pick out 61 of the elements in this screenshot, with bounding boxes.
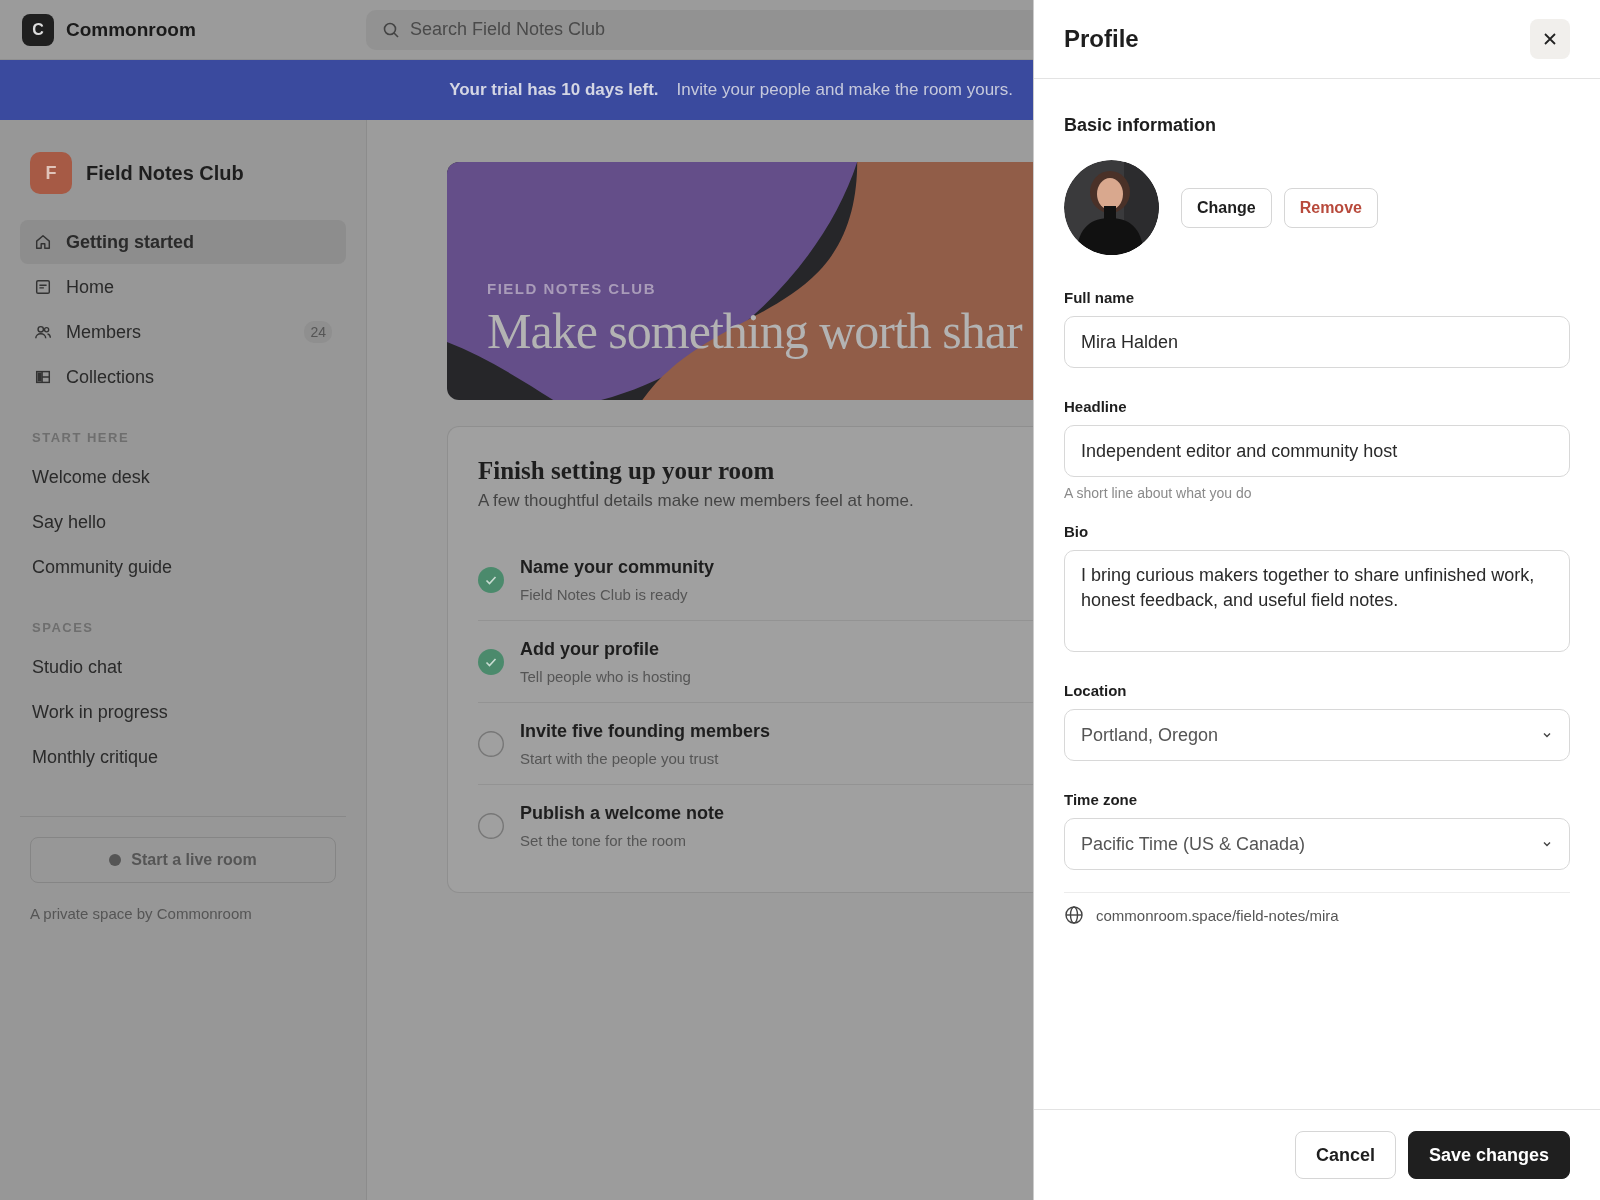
field-label: Time zone bbox=[1064, 791, 1138, 808]
step-subtitle: Start with the people you trust bbox=[520, 749, 719, 767]
cancel-button[interactable]: Cancel bbox=[1294, 1131, 1396, 1179]
app-name: Commonroom bbox=[66, 18, 197, 41]
text-field[interactable]: Independent editor and community host bbox=[1064, 425, 1570, 477]
card-title: Finish setting up your room bbox=[478, 457, 775, 485]
document-icon bbox=[34, 278, 52, 296]
check-circle-icon[interactable] bbox=[478, 648, 504, 675]
community-avatar: F bbox=[30, 152, 72, 194]
remove-photo-button[interactable]: Remove bbox=[1283, 187, 1378, 228]
step-title: Publish a welcome note bbox=[520, 802, 725, 824]
section-title: Basic information bbox=[1064, 115, 1217, 136]
community-name: Field Notes Club bbox=[86, 161, 244, 185]
count-badge: 24 bbox=[304, 321, 332, 343]
profile-url: commonroom.space/field-notes/mira bbox=[1096, 906, 1339, 924]
home-icon bbox=[34, 233, 52, 251]
search-field[interactable]: Search Field Notes Club bbox=[366, 9, 1033, 50]
live-room-button[interactable]: Start a live room bbox=[30, 837, 336, 883]
panel-title: Profile bbox=[1064, 25, 1139, 53]
sidebar-item[interactable]: Work in progress bbox=[20, 690, 346, 735]
sidebar-item[interactable]: Members 24 bbox=[20, 310, 346, 354]
search-icon bbox=[382, 20, 400, 39]
app-logo: C bbox=[22, 13, 54, 46]
step-subtitle: Field Notes Club is ready bbox=[520, 585, 688, 603]
sidebar-item[interactable]: Getting started bbox=[20, 220, 346, 264]
hero-eyebrow: FIELD NOTES CLUB bbox=[487, 280, 656, 297]
step-title: Add your profile bbox=[520, 638, 659, 660]
field-label: Headline bbox=[1064, 398, 1127, 415]
step-title: Name your community bbox=[520, 556, 715, 578]
footer-note: A private space by Commonroom bbox=[30, 905, 253, 922]
sidebar-item[interactable]: Say hello bbox=[20, 500, 346, 545]
text-field[interactable]: Mira Halden bbox=[1064, 316, 1570, 368]
layout-icon bbox=[34, 368, 52, 386]
sidebar-item[interactable]: Monthly critique bbox=[20, 735, 346, 780]
trial-notice: Your trial has 10 days left. bbox=[449, 80, 659, 100]
dropdown-select[interactable]: Pacific Time (US & Canada) bbox=[1064, 818, 1570, 870]
field-hint: A short line about what you do bbox=[1064, 485, 1252, 501]
field-label: Full name bbox=[1064, 289, 1134, 306]
close-icon bbox=[1543, 32, 1557, 46]
dropdown-select[interactable]: Portland, Oregon bbox=[1064, 709, 1570, 761]
card-subtitle: A few thoughtful details make new members feel at home. bbox=[478, 491, 914, 511]
people-icon bbox=[34, 323, 52, 341]
banner-message: Invite your people and make the room yours. bbox=[676, 80, 1013, 100]
sidebar-item[interactable]: Welcome desk bbox=[20, 455, 346, 500]
empty-circle-icon[interactable] bbox=[478, 812, 504, 839]
step-subtitle: Tell people who is hosting bbox=[520, 667, 691, 685]
save-button[interactable]: Save changes bbox=[1407, 1131, 1570, 1179]
close-button[interactable] bbox=[1530, 19, 1570, 59]
change-photo-button[interactable]: Change bbox=[1181, 187, 1272, 228]
sidebar-item[interactable]: Home bbox=[20, 265, 346, 309]
globe-icon bbox=[1064, 905, 1084, 925]
bio-field[interactable]: I bring curious makers together to share unfinished work, honest feedback, and useful field notes. bbox=[1064, 550, 1570, 652]
sidebar-item[interactable]: Community guide bbox=[20, 545, 346, 590]
empty-circle-icon[interactable] bbox=[478, 730, 504, 757]
step-subtitle: Set the tone for the room bbox=[520, 831, 686, 849]
field-label: Location bbox=[1064, 682, 1127, 699]
step-title: Invite five founding members bbox=[520, 720, 771, 742]
sidebar-item[interactable]: Studio chat bbox=[20, 645, 346, 690]
field-label: Bio bbox=[1064, 523, 1089, 540]
check-circle-icon[interactable] bbox=[478, 566, 504, 593]
sidebar-item[interactable]: Collections bbox=[20, 355, 346, 399]
